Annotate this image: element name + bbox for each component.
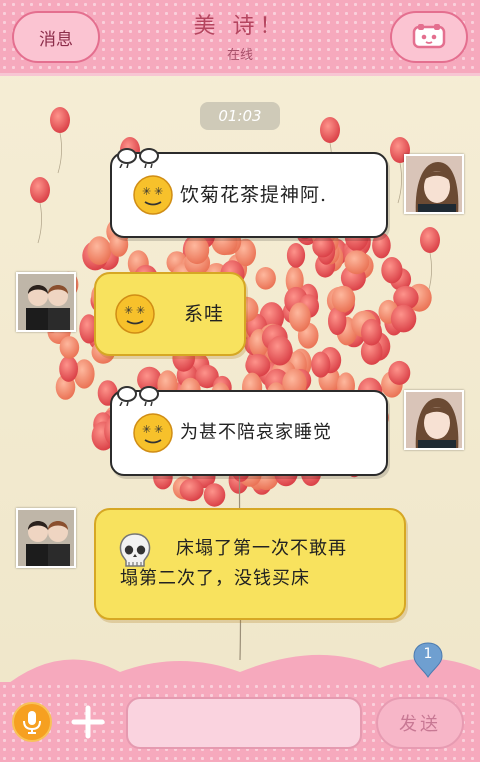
message-text-line1: 床塌了第一次不敢再 <box>176 538 347 559</box>
unread-count: 1 <box>423 646 433 662</box>
my-avatar[interactable] <box>404 390 464 450</box>
online-status: 在线 <box>226 48 253 63</box>
dizzy-smiley-icon: ✳ ✳ <box>133 175 173 215</box>
message-text-line2: 塌第二次了，没钱买床 <box>120 568 310 589</box>
my-avatar[interactable] <box>404 154 464 214</box>
contact-avatar-image <box>18 510 74 566</box>
svg-text:✳: ✳ <box>136 304 145 317</box>
microphone-icon <box>23 711 41 734</box>
contact-avatar[interactable] <box>16 508 76 568</box>
plus-icon <box>71 705 105 739</box>
my-avatar-image <box>406 392 462 448</box>
profile-card-icon <box>412 24 446 49</box>
dizzy-smiley-icon: ✳ ✳ <box>133 413 173 453</box>
svg-text:✳: ✳ <box>142 185 151 198</box>
send-button-label: 发送 <box>399 714 441 735</box>
message-text: 饮菊花茶提神阿. <box>180 184 328 206</box>
svg-text:✳: ✳ <box>124 304 133 317</box>
raindrop-deco-icon <box>117 386 159 406</box>
svg-text:✳: ✳ <box>154 185 163 198</box>
contact-name: 美 诗！ <box>193 14 287 39</box>
time-divider: 01:03 <box>200 102 280 130</box>
chat-header: 消息 美 诗！ 在线 <box>0 0 480 76</box>
message-bubble-received[interactable]: 床塌了第一次不敢再 塌第二次了，没钱买床 <box>94 508 406 620</box>
svg-text:✳: ✳ <box>154 423 163 436</box>
raindrop-deco-icon <box>117 148 159 168</box>
contact-profile-button[interactable] <box>390 11 468 63</box>
contact-avatar-image <box>18 274 74 330</box>
my-avatar-image <box>406 156 462 212</box>
message-text: 系哇 <box>184 303 225 325</box>
message-text: 为甚不陪哀家睡觉 <box>180 422 332 443</box>
contact-avatar[interactable] <box>16 272 76 332</box>
back-to-messages-button[interactable]: 消息 <box>12 11 100 63</box>
send-button[interactable]: 发送 <box>376 697 464 749</box>
back-button-label: 消息 <box>39 29 73 50</box>
input-bar: 发送 <box>0 682 480 762</box>
svg-text:✳: ✳ <box>142 423 151 436</box>
voice-button[interactable] <box>12 702 52 742</box>
more-options-button[interactable] <box>68 702 108 742</box>
dizzy-smiley-icon: ✳ ✳ <box>115 294 155 334</box>
message-input[interactable] <box>126 697 362 749</box>
message-bubble-received[interactable]: ✳ ✳ 系哇 <box>94 272 246 356</box>
